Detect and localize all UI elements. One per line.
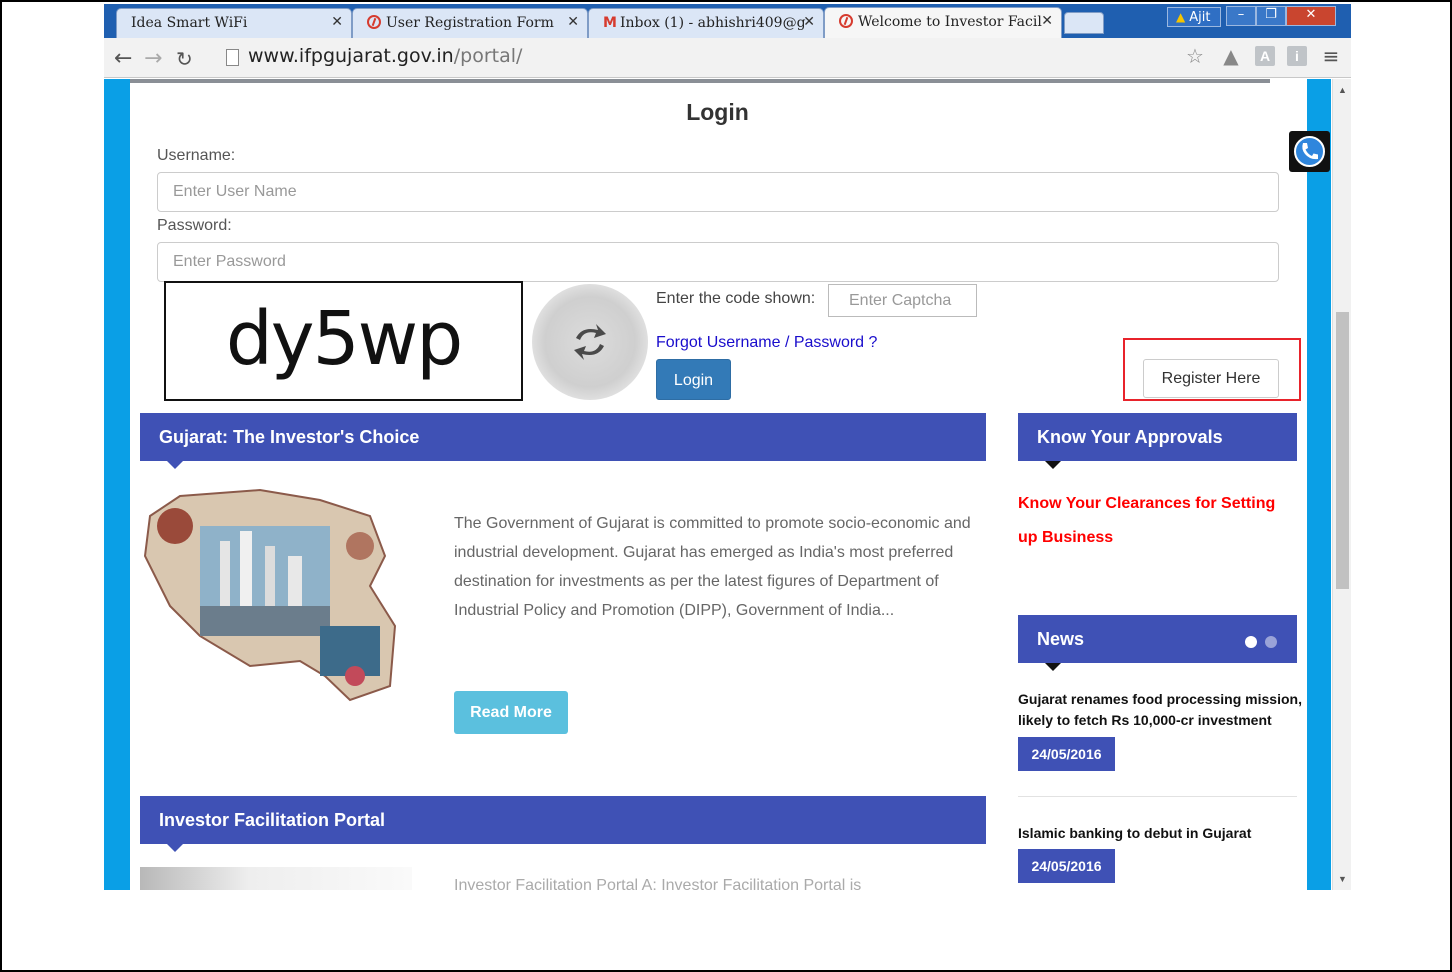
news-item-title[interactable]: Gujarat renames food processing mission,…	[1018, 689, 1308, 731]
refresh-captcha-icon[interactable]	[532, 284, 648, 400]
captcha-image: dy5wp	[164, 281, 523, 401]
section-title: Know Your Approvals	[1037, 427, 1223, 447]
phone-contact-button[interactable]	[1289, 131, 1330, 172]
tab-idea-smart-wifi[interactable]: Idea Smart WiFi ✕	[116, 8, 352, 38]
right-accent-bar	[1307, 79, 1331, 890]
password-input[interactable]: Enter Password	[157, 242, 1279, 282]
page-scrollbar[interactable]: ▲ ▼	[1332, 79, 1351, 890]
banner-edge	[130, 79, 1270, 83]
username-input[interactable]: Enter User Name	[157, 172, 1279, 212]
tab-label: Welcome to Investor Facil	[858, 14, 1042, 30]
extension-i-icon[interactable]: i	[1287, 46, 1307, 66]
news-item-date: 24/05/2016	[1018, 737, 1115, 771]
extension-a-icon[interactable]: A	[1255, 46, 1275, 66]
forgot-credentials-link[interactable]: Forgot Username / Password ?	[656, 334, 877, 352]
username-label: Username:	[157, 147, 236, 164]
screenshot-frame: Idea Smart WiFi ✕ User Registration Form…	[0, 0, 1452, 972]
gujarat-map-image	[143, 488, 397, 702]
tab-label: User Registration Form	[386, 15, 554, 31]
page-icon	[226, 49, 239, 66]
tab-label: Inbox (1) - abhishri409@g	[619, 15, 806, 31]
refresh-arrows-icon	[574, 324, 606, 360]
section-title: Gujarat: The Investor's Choice	[159, 427, 420, 447]
menu-icon[interactable]: ≡	[1319, 44, 1343, 68]
captcha-label: Enter the code shown:	[656, 290, 816, 307]
reload-icon[interactable]: ↻	[176, 47, 193, 71]
toolbar-actions: ☆ ▲ A i ≡	[1183, 44, 1343, 68]
tab-user-registration[interactable]: User Registration Form ✕	[352, 8, 588, 38]
profile-button[interactable]: ▲ Ajit	[1167, 7, 1221, 27]
phone-icon	[1294, 136, 1325, 167]
news-divider	[1018, 796, 1297, 797]
captcha-input[interactable]: Enter Captcha	[828, 284, 977, 317]
section-title: Investor Facilitation Portal	[159, 810, 386, 830]
investors-choice-text: The Government of Gujarat is committed t…	[454, 515, 971, 619]
news-carousel-dots	[1245, 636, 1277, 648]
login-button[interactable]: Login	[656, 359, 731, 400]
phone-handset-icon	[1302, 143, 1318, 160]
window-controls: – ❐ ✕	[1226, 6, 1351, 28]
portal-text: Investor Facilitation Portal A: Investor…	[454, 877, 862, 890]
register-button[interactable]: Register Here	[1143, 359, 1279, 398]
address-bar: ← → ↻ www.ifpgujarat.gov.in/portal/ ☆ ▲ …	[104, 38, 1351, 78]
password-label: Password:	[157, 217, 232, 234]
close-icon[interactable]: ✕	[1041, 13, 1053, 29]
portal-thumbnail	[140, 867, 412, 890]
login-title: Login	[686, 99, 749, 125]
star-icon[interactable]: ☆	[1183, 44, 1207, 68]
close-icon[interactable]: ✕	[803, 14, 815, 30]
forward-icon[interactable]: →	[144, 46, 162, 71]
url-field[interactable]: www.ifpgujarat.gov.in/portal/	[248, 45, 522, 67]
close-icon[interactable]: ✕	[567, 14, 579, 30]
news-item-date: 24/05/2016	[1018, 849, 1115, 883]
tab-label: Idea Smart WiFi	[131, 15, 248, 31]
new-tab-button[interactable]	[1064, 12, 1104, 34]
carousel-dot[interactable]	[1265, 636, 1277, 648]
profile-name: Ajit	[1189, 10, 1211, 25]
close-window-icon[interactable]: ✕	[1286, 6, 1336, 26]
carousel-dot-active[interactable]	[1245, 636, 1257, 648]
url-path: /portal/	[453, 45, 523, 67]
back-icon[interactable]: ←	[114, 46, 132, 71]
gmail-icon: M	[603, 15, 617, 31]
site-icon	[367, 15, 381, 29]
tab-investor-facilitation[interactable]: Welcome to Investor Facil ✕	[824, 7, 1062, 38]
restore-icon[interactable]: ❐	[1256, 6, 1286, 26]
scroll-down-icon[interactable]: ▼	[1338, 874, 1347, 884]
close-icon[interactable]: ✕	[331, 14, 343, 30]
site-icon	[839, 14, 853, 28]
clearances-link[interactable]: Know Your Clearances for Setting up Busi…	[1018, 487, 1293, 555]
browser-window: Idea Smart WiFi ✕ User Registration Form…	[104, 4, 1351, 890]
news-item-title[interactable]: Islamic banking to debut in Gujarat	[1018, 823, 1308, 844]
approvals-header: Know Your Approvals	[1018, 413, 1297, 469]
minimize-icon[interactable]: –	[1226, 6, 1256, 26]
scroll-up-icon[interactable]: ▲	[1338, 85, 1347, 95]
drive-icon[interactable]: ▲	[1219, 44, 1243, 68]
read-more-button[interactable]: Read More	[454, 691, 568, 734]
tab-strip: Idea Smart WiFi ✕ User Registration Form…	[104, 4, 1351, 38]
page-viewport: Login Username: Enter User Name Password…	[104, 79, 1351, 890]
portal-header: Investor Facilitation Portal	[140, 796, 986, 852]
left-accent-bar	[104, 79, 130, 890]
investors-choice-header: Gujarat: The Investor's Choice	[140, 413, 986, 469]
warning-icon: ▲	[1176, 10, 1186, 24]
tab-gmail-inbox[interactable]: M Inbox (1) - abhishri409@g ✕	[588, 8, 824, 38]
url-host: www.ifpgujarat.gov.in	[248, 45, 454, 67]
section-title: News	[1037, 629, 1085, 649]
news-header: News	[1018, 615, 1297, 671]
scroll-thumb[interactable]	[1336, 312, 1349, 589]
